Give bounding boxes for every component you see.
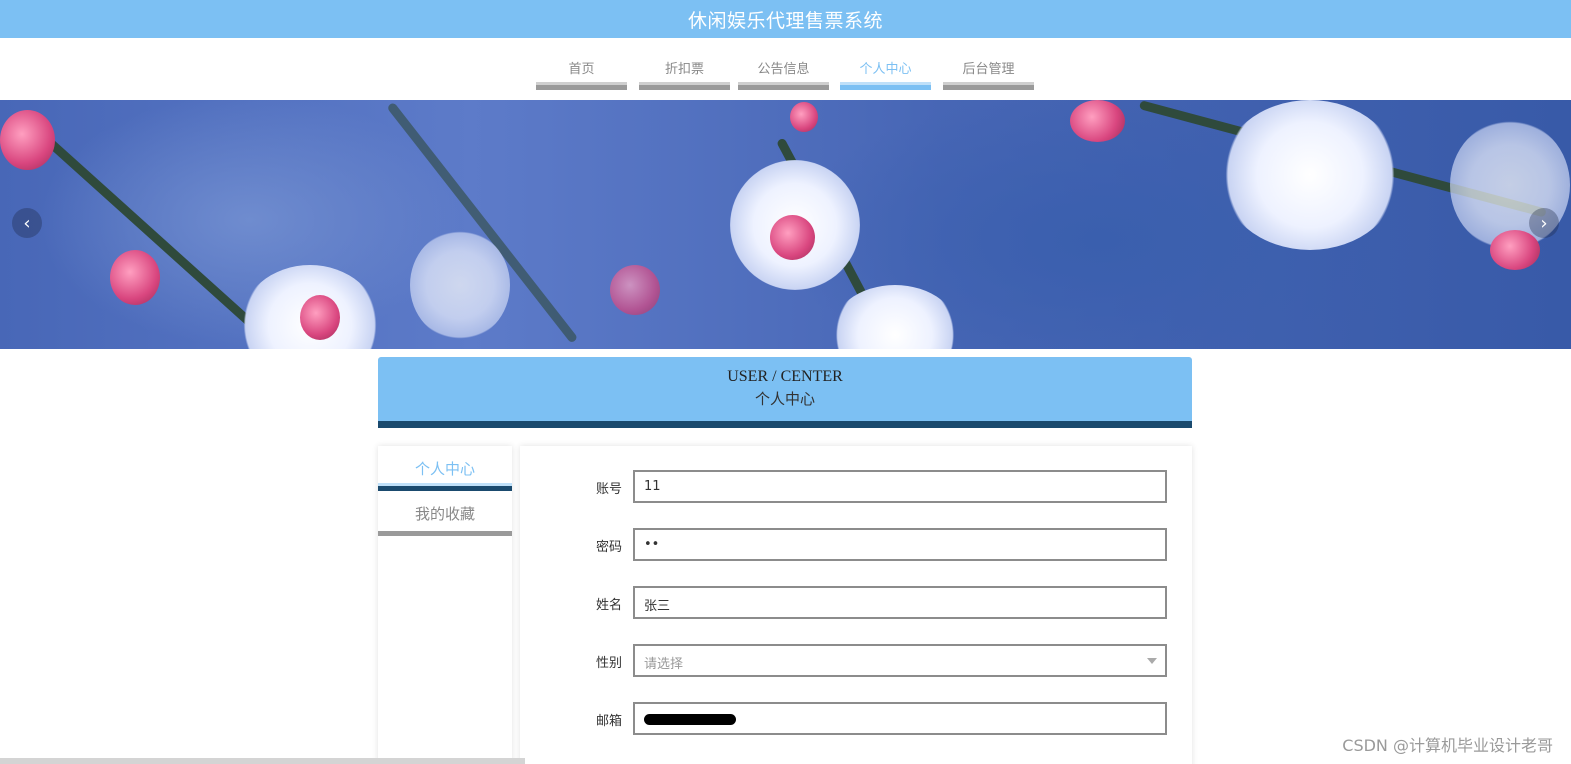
- site-title: 休闲娱乐代理售票系统: [687, 9, 883, 32]
- sidebar-item-user-center[interactable]: 个人中心: [378, 446, 512, 491]
- redacted-email-mask: [644, 714, 736, 725]
- chevron-down-icon: [1147, 658, 1157, 664]
- chevron-right-icon: ›: [1540, 212, 1548, 234]
- password-label: 密码: [595, 540, 622, 555]
- nav-item-underline: [639, 82, 730, 90]
- nav-item-underline: [536, 82, 627, 90]
- horizontal-scrollbar[interactable]: [0, 758, 525, 764]
- gender-select[interactable]: 请选择: [633, 644, 1167, 677]
- sidebar-item-label: 我的收藏: [414, 505, 475, 523]
- sidebar-item-label: 个人中心: [414, 460, 475, 478]
- bud-decoration: [0, 110, 55, 170]
- email-input[interactable]: [633, 702, 1167, 735]
- blossom-decoration: [830, 285, 960, 349]
- bud-decoration: [300, 295, 340, 340]
- gender-label: 性别: [595, 656, 622, 671]
- profile-form: 账号 11 密码 •• 姓名 张三 性别 请选择 邮箱: [520, 446, 1192, 764]
- nav-item-underline: [840, 82, 931, 90]
- sidebar-item-favorites[interactable]: 我的收藏: [378, 491, 512, 536]
- carousel-next-button[interactable]: ›: [1529, 208, 1559, 238]
- account-input[interactable]: 11: [633, 470, 1167, 503]
- nav-item-underline: [943, 82, 1034, 90]
- sidebar-item-underline: [378, 528, 512, 536]
- email-row: 邮箱: [520, 702, 1192, 736]
- section-header: USER / CENTER 个人中心: [378, 357, 1192, 428]
- password-row: 密码 ••: [520, 528, 1192, 562]
- nav-item-label: 个人中心: [859, 62, 912, 77]
- bud-decoration: [770, 215, 815, 260]
- bud-decoration: [110, 250, 160, 305]
- name-label: 姓名: [595, 598, 622, 613]
- nav-item-home[interactable]: 首页: [536, 44, 627, 90]
- gender-row: 性别 请选择: [520, 644, 1192, 678]
- nav-item-user-center[interactable]: 个人中心: [840, 44, 931, 90]
- user-sidebar: 个人中心 我的收藏: [378, 446, 512, 764]
- nav-item-underline: [738, 82, 829, 90]
- section-title-en: USER / CENTER: [727, 368, 843, 385]
- main-nav: 首页 折扣票 公告信息 个人中心 后台管理: [0, 44, 1571, 94]
- email-label: 邮箱: [595, 714, 622, 729]
- password-input[interactable]: ••: [633, 528, 1167, 561]
- nav-item-label: 折扣票: [664, 62, 704, 77]
- name-row: 姓名 张三: [520, 586, 1192, 620]
- gender-select-placeholder: 请选择: [644, 657, 684, 672]
- name-input[interactable]: 张三: [633, 586, 1167, 619]
- blossom-decoration: [1220, 100, 1400, 250]
- banner-carousel[interactable]: ‹ ›: [0, 100, 1571, 349]
- bud-decoration: [790, 102, 818, 132]
- nav-item-admin[interactable]: 后台管理: [943, 44, 1034, 90]
- bud-decoration: [610, 265, 660, 315]
- sidebar-item-underline: [378, 483, 512, 491]
- bud-decoration: [1070, 100, 1125, 142]
- top-header: 休闲娱乐代理售票系统: [0, 0, 1571, 38]
- bud-decoration: [1490, 230, 1540, 270]
- nav-item-label: 公告信息: [757, 62, 810, 77]
- nav-item-label: 首页: [568, 62, 595, 77]
- chevron-left-icon: ‹: [23, 212, 31, 234]
- account-row: 账号 11: [520, 470, 1192, 504]
- nav-item-announcements[interactable]: 公告信息: [738, 44, 829, 90]
- nav-item-discount-tickets[interactable]: 折扣票: [639, 44, 730, 90]
- carousel-prev-button[interactable]: ‹: [12, 208, 42, 238]
- blossom-decoration: [410, 230, 510, 340]
- watermark-text: CSDN @计算机毕业设计老哥: [1342, 736, 1553, 755]
- account-label: 账号: [595, 482, 622, 497]
- nav-item-label: 后台管理: [962, 62, 1015, 77]
- section-title-cn: 个人中心: [754, 392, 815, 408]
